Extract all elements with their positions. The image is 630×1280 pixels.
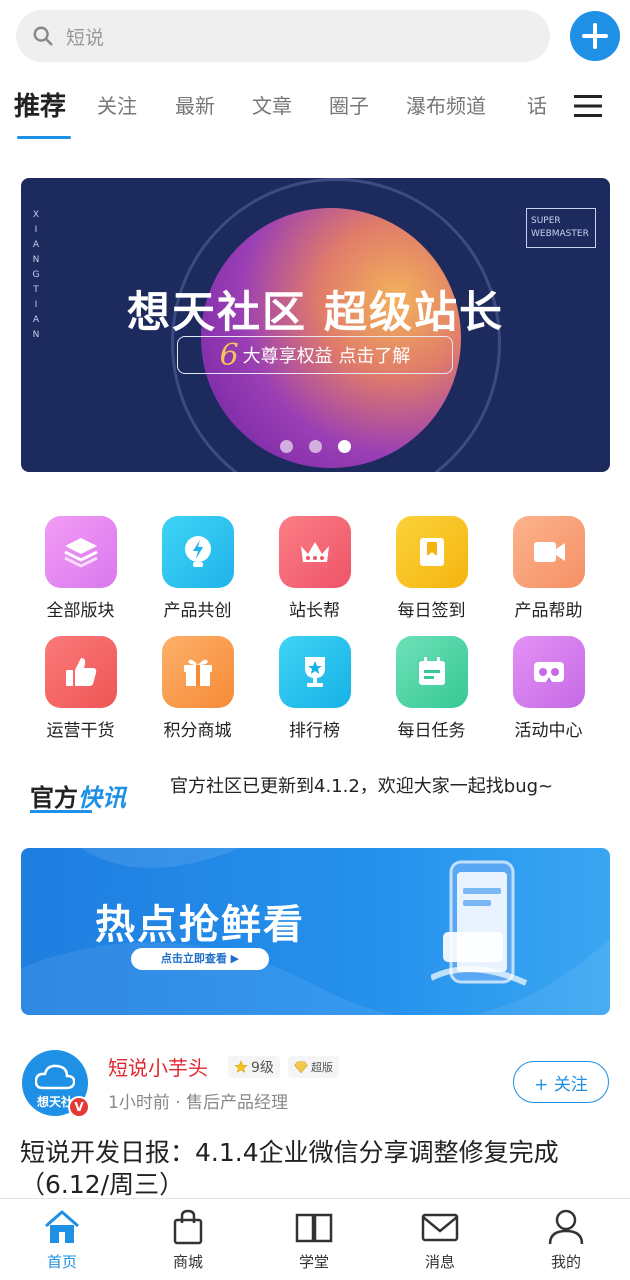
grid-label: 每日任务 (397, 721, 466, 741)
grid-item-events[interactable]: 活动中心 (490, 636, 607, 741)
grid-label: 排行榜 (289, 721, 340, 741)
news-logo-part-b: 快讯 (78, 784, 126, 812)
book-icon (295, 1213, 333, 1243)
add-button[interactable] (570, 11, 620, 61)
layers-icon (44, 516, 117, 588)
grid-label: 每日签到 (397, 601, 466, 621)
post-meta: 1小时前 · 售后产品经理 (108, 1093, 289, 1113)
plus-icon (582, 23, 608, 49)
crown-icon (278, 516, 351, 588)
news-ticker[interactable]: 官方社区已更新到4.1.2，欢迎大家一起找bug~ (170, 772, 580, 798)
carousel-dot[interactable] (309, 440, 322, 453)
banner-carousel[interactable]: XIANGTIAN SUPER WEBMASTER 想天社区 超级站长 6 大尊… (21, 178, 610, 472)
carousel-dots (21, 440, 610, 453)
tab-articles[interactable]: 文章 (252, 90, 292, 119)
star-icon (234, 1060, 248, 1073)
phone-illustration-icon (431, 860, 528, 986)
grid-item-product-help[interactable]: 产品帮助 (490, 516, 607, 621)
promo-button[interactable]: 点击立即查看 ▶ (131, 948, 269, 970)
tab-recommend[interactable]: 推荐 (14, 86, 66, 123)
tab-bar: 推荐 关注 最新 文章 圈子 瀑布频道 话 (0, 80, 630, 140)
tab-waterfall[interactable]: 瀑布频道 (406, 90, 486, 119)
trophy-icon (278, 636, 351, 708)
shopping-bag-icon (173, 1209, 203, 1245)
grid-label: 产品帮助 (514, 601, 583, 621)
grid-label: 站长帮 (289, 601, 340, 621)
carousel-dot[interactable] (280, 440, 293, 453)
grid-item-leaderboard[interactable]: 排行榜 (256, 636, 373, 741)
search-icon (33, 26, 53, 46)
vip-badge: 超版 (288, 1056, 339, 1078)
grid-item-daily-tasks[interactable]: 每日任务 (373, 636, 490, 741)
nav-home[interactable]: 首页 (12, 1207, 112, 1272)
nav-label: 商城 (172, 1253, 203, 1271)
post-title[interactable]: 短说开发日报：4.1.4企业微信分享调整修复完成（6.12/周三） (20, 1137, 620, 1201)
vr-glasses-icon (512, 636, 585, 708)
tab-following[interactable]: 关注 (97, 90, 137, 119)
tab-latest[interactable]: 最新 (175, 90, 215, 119)
search-placeholder: 短说 (66, 26, 105, 49)
verified-badge-icon: V (68, 1096, 90, 1118)
home-icon (45, 1210, 79, 1243)
follow-button[interactable]: + 关注 (513, 1061, 609, 1103)
grid-label: 积分商城 (163, 721, 232, 741)
diamond-icon (294, 1061, 308, 1074)
search-bar[interactable]: 短说 (16, 10, 550, 62)
cloud-logo-icon (35, 1064, 75, 1090)
user-icon (548, 1209, 584, 1245)
author-name[interactable]: 短说小芋头 (108, 1052, 208, 1081)
nav-mall[interactable]: 商城 (138, 1207, 238, 1272)
banner-cta-number: 6 (219, 337, 239, 373)
tab-circles[interactable]: 圈子 (329, 90, 369, 119)
avatar[interactable]: 想天社 V (22, 1050, 90, 1118)
banner-tag-line1: SUPER (531, 216, 561, 226)
tab-underline (17, 136, 71, 139)
gift-icon (161, 636, 234, 708)
video-icon (512, 516, 585, 588)
nav-profile[interactable]: 我的 (516, 1207, 616, 1272)
grid-label: 活动中心 (514, 721, 583, 741)
level-text: 9级 (251, 1060, 274, 1076)
carousel-dot-active[interactable] (338, 440, 351, 453)
banner-cta[interactable]: 6 大尊享权益 点击了解 (177, 336, 453, 374)
banner-tag-line2: WEBMASTER (531, 229, 589, 239)
nav-academy[interactable]: 学堂 (264, 1207, 364, 1272)
thumbs-up-icon (44, 636, 117, 708)
nav-label: 首页 (46, 1253, 77, 1271)
grid-item-co-create[interactable]: 产品共创 (139, 516, 256, 621)
promo-banner[interactable]: 热点抢鲜看 点击立即查看 ▶ (21, 848, 610, 1015)
bottom-nav: 首页 商城 学堂 消息 我的 (0, 1198, 630, 1280)
grid-item-points-mall[interactable]: 积分商城 (139, 636, 256, 741)
calendar-icon (395, 636, 468, 708)
nav-label: 消息 (424, 1253, 455, 1271)
grid-item-operations[interactable]: 运营干货 (22, 636, 139, 741)
grid-label: 产品共创 (163, 601, 232, 621)
grid-item-daily-checkin[interactable]: 每日签到 (373, 516, 490, 621)
nav-messages[interactable]: 消息 (390, 1207, 490, 1272)
official-news-logo: 官方快讯 (30, 778, 126, 813)
menu-icon[interactable] (574, 94, 602, 118)
mail-icon (421, 1213, 459, 1242)
banner-cta-text: 大尊享权益 点击了解 (242, 346, 411, 367)
grid-label: 运营干货 (46, 721, 115, 741)
banner-tag: SUPER WEBMASTER (526, 208, 596, 248)
level-badge: 9级 (228, 1056, 280, 1078)
grid-item-all-boards[interactable]: 全部版块 (22, 516, 139, 621)
grid-item-webmaster[interactable]: 站长帮 (256, 516, 373, 621)
banner-headline: 想天社区 超级站长 (127, 288, 504, 338)
promo-title: 热点抢鲜看 (95, 902, 305, 948)
nav-label: 我的 (550, 1253, 581, 1271)
news-logo-part-a: 官方 (30, 784, 78, 812)
lightbulb-icon (161, 516, 234, 588)
bookmark-icon (395, 516, 468, 588)
news-logo-underline (30, 810, 92, 813)
vip-text: 超版 (311, 1061, 333, 1074)
grid-label: 全部版块 (46, 601, 115, 621)
nav-label: 学堂 (298, 1253, 329, 1271)
tab-topics[interactable]: 话 (527, 90, 547, 119)
